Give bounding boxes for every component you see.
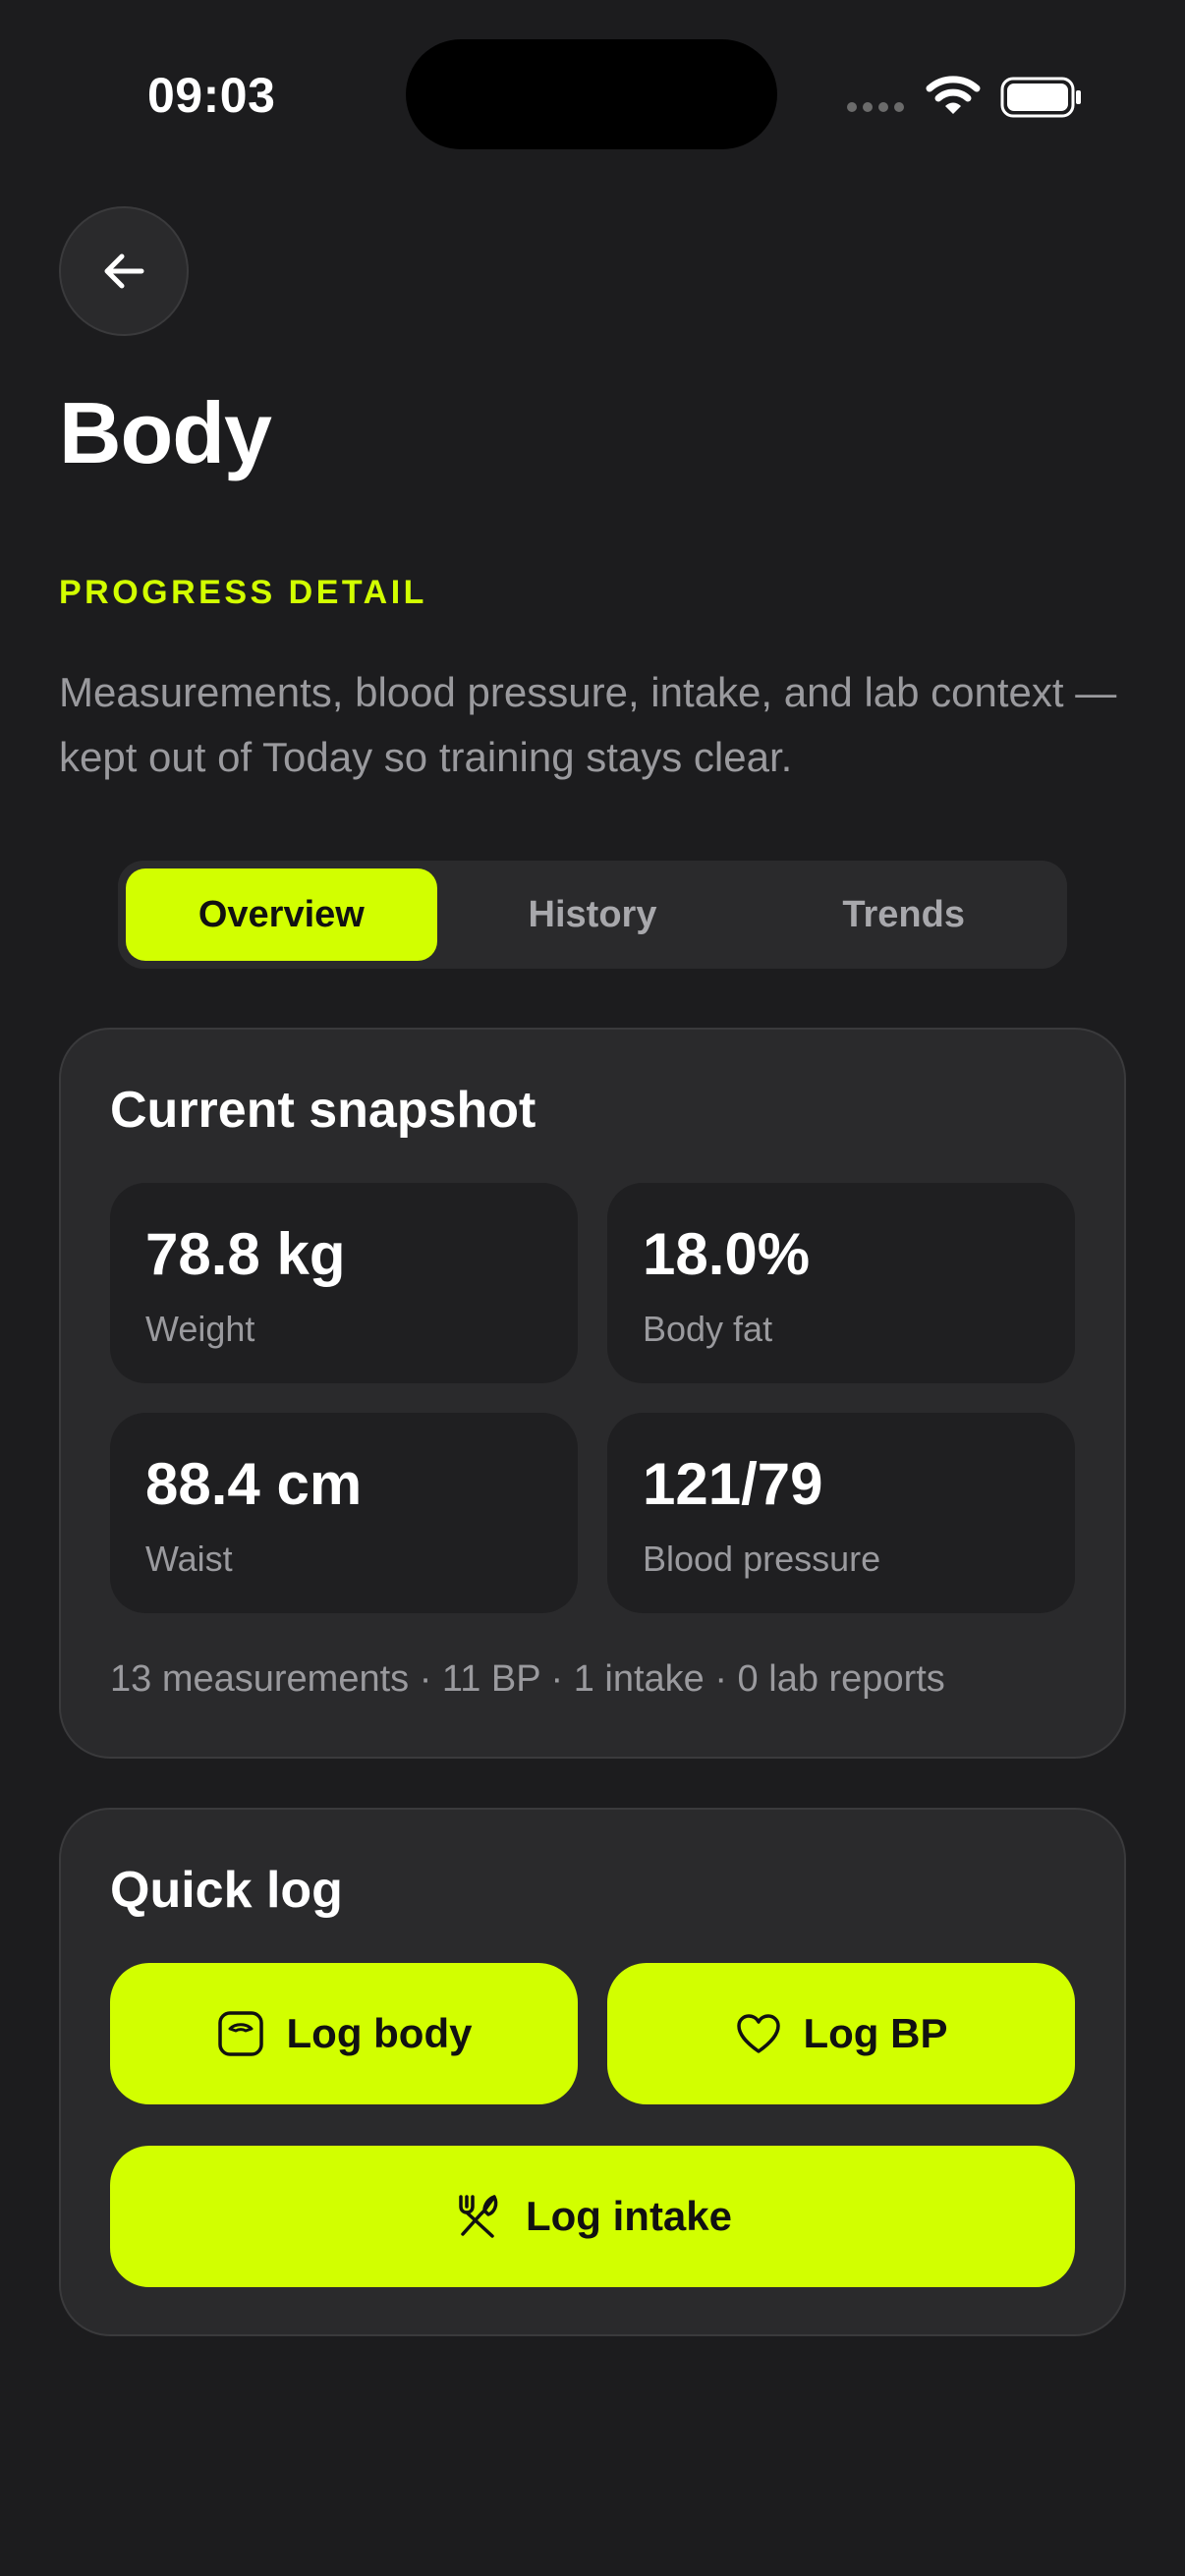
wifi-icon xyxy=(926,76,981,114)
body-fat-stat: 18.0% Body fat xyxy=(607,1183,1075,1383)
log-intake-label: Log intake xyxy=(525,2193,733,2239)
stat-label: Blood pressure xyxy=(643,1539,881,1579)
scale-icon xyxy=(217,2011,263,2056)
stat-value: 88.4 cm xyxy=(145,1451,363,1517)
back-button[interactable] xyxy=(59,206,189,336)
cellular-signal-icon xyxy=(847,102,904,112)
tab-overview[interactable]: Overview xyxy=(126,868,437,961)
stat-label: Waist xyxy=(145,1539,233,1579)
log-body-button[interactable]: Log body xyxy=(110,1963,578,2104)
blood-pressure-stat: 121/79 Blood pressure xyxy=(607,1413,1075,1613)
page-description: Measurements, blood pressure, intake, an… xyxy=(59,669,1117,780)
page-title: Body xyxy=(59,384,272,481)
stat-label: Body fat xyxy=(643,1309,773,1349)
stat-value: 121/79 xyxy=(643,1451,823,1517)
tab-history[interactable]: History xyxy=(437,868,749,961)
records-summary: 13 measurements · 11 BP · 1 intake · 0 l… xyxy=(110,1658,945,1700)
waist-stat: 88.4 cm Waist xyxy=(110,1413,578,1613)
log-intake-button[interactable]: Log intake xyxy=(110,2146,1075,2287)
status-time: 09:03 xyxy=(147,68,276,123)
view-tabs: Overview History Trends xyxy=(118,861,1067,969)
snapshot-title: Current snapshot xyxy=(110,1082,536,1139)
tab-trends[interactable]: Trends xyxy=(748,868,1059,961)
quick-log-card: Quick log Log body Log BP Log intake xyxy=(59,1808,1126,2336)
quick-log-title: Quick log xyxy=(110,1862,343,1919)
log-bp-button[interactable]: Log BP xyxy=(607,1963,1075,2104)
stat-value: 18.0% xyxy=(643,1221,811,1287)
stat-value: 78.8 kg xyxy=(145,1221,346,1287)
arrow-left-icon xyxy=(104,253,144,289)
section-eyebrow: PROGRESS DETAIL xyxy=(59,574,427,611)
snapshot-card: Current snapshot 78.8 kg Weight 18.0% Bo… xyxy=(59,1028,1126,1759)
utensils-icon xyxy=(459,2195,498,2238)
log-body-label: Log body xyxy=(286,2010,473,2056)
weight-stat: 78.8 kg Weight xyxy=(110,1183,578,1383)
dynamic-island xyxy=(406,39,777,149)
battery-icon xyxy=(1000,77,1081,118)
log-bp-label: Log BP xyxy=(803,2010,948,2056)
heart-icon xyxy=(736,2014,780,2053)
body-progress-screen: 09:03 Body PROGRESS DETAIL Measurements,… xyxy=(0,0,1185,2576)
stat-label: Weight xyxy=(145,1309,255,1349)
